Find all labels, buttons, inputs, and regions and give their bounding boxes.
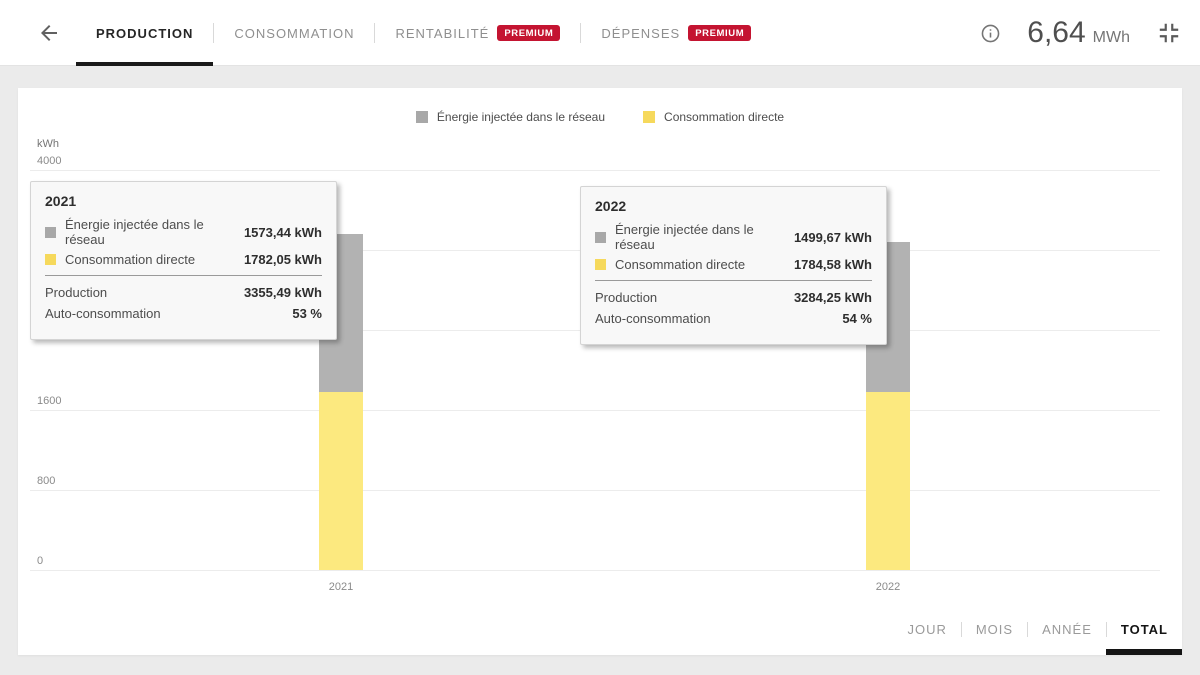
bar-segment-direct-consumption[interactable] [866,392,910,570]
tab-production[interactable]: PRODUCTION [76,0,213,66]
tooltip-row: Énergie injectée dans le réseau 1573,44 … [45,217,322,247]
tooltip-title: 2021 [45,193,322,209]
y-axis-unit-label: kWh [37,138,59,150]
tooltip-swatch-yellow [595,259,606,270]
range-total[interactable]: TOTAL [1121,622,1168,637]
tooltip-row-value: 3355,49 kWh [244,285,322,300]
tooltip-summary-row: Auto-consommation 53 % [45,306,322,321]
range-total-active-underline [1106,649,1182,655]
y-tick-label: 4000 [37,155,61,167]
range-separator [961,622,962,637]
time-range-controls: JOUR MOIS ANNÉE TOTAL [907,622,1168,637]
tooltip-swatch-gray [45,227,56,238]
legend-item-grid-feed[interactable]: Énergie injectée dans le réseau [416,110,605,124]
tooltip-row-label: Production [45,285,235,300]
tooltip-2022: 2022 Énergie injectée dans le réseau 149… [580,186,887,345]
chart-legend: Énergie injectée dans le réseau Consomma… [18,110,1182,124]
legend-label: Consommation directe [664,110,784,124]
tooltip-row-value: 1499,67 kWh [794,230,872,245]
range-separator [1027,622,1028,637]
tooltip-swatch-gray [595,232,606,243]
legend-swatch-gray [416,111,428,123]
tooltip-row-label: Auto-consommation [45,306,283,321]
y-tick-label: 1600 [37,395,61,407]
tooltip-row-label: Énergie injectée dans le réseau [615,222,785,252]
tab-label: DÉPENSES [601,26,680,41]
arrow-left-icon [37,21,61,45]
range-mois[interactable]: MOIS [976,622,1013,637]
tooltip-summary-row: Production 3355,49 kWh [45,285,322,300]
tooltip-row-label: Auto-consommation [595,311,833,326]
tooltip-row-label: Consommation directe [615,257,785,272]
tooltip-row-value: 54 % [842,311,872,326]
x-category-label: 2022 [858,581,918,593]
tooltip-row-value: 53 % [292,306,322,321]
tab-consommation[interactable]: CONSOMMATION [214,0,374,66]
collapse-button[interactable] [1156,20,1182,46]
tooltip-row-value: 1782,05 kWh [244,252,322,267]
tab-label: PRODUCTION [96,26,193,41]
range-separator [1106,622,1107,637]
info-icon [980,23,1001,44]
tooltip-row: Consommation directe 1782,05 kWh [45,252,322,267]
legend-swatch-yellow [643,111,655,123]
tooltip-divider [595,280,872,281]
legend-label: Énergie injectée dans le réseau [437,110,605,124]
tab-label: CONSOMMATION [234,26,354,41]
tab-bar: PRODUCTION CONSOMMATION RENTABILITÉ PREM… [76,0,771,66]
tooltip-title: 2022 [595,198,872,214]
tooltip-swatch-yellow [45,254,56,265]
tab-rentabilite[interactable]: RENTABILITÉ PREMIUM [375,0,580,66]
top-nav-bar: PRODUCTION CONSOMMATION RENTABILITÉ PREM… [0,0,1200,66]
gridline [30,170,1160,171]
tooltip-row: Consommation directe 1784,58 kWh [595,257,872,272]
collapse-corners-icon [1156,20,1182,46]
premium-badge: PREMIUM [688,25,751,41]
header-right: 6,64 MWh [980,0,1182,66]
gridline [30,490,1160,491]
tooltip-row-label: Production [595,290,785,305]
total-energy-unit: MWh [1093,29,1130,47]
tooltip-divider [45,275,322,276]
y-tick-label: 0 [37,555,43,567]
tab-depenses[interactable]: DÉPENSES PREMIUM [581,0,771,66]
tooltip-row-label: Consommation directe [65,252,235,267]
tooltip-row-label: Énergie injectée dans le réseau [65,217,235,247]
y-tick-label: 800 [37,475,55,487]
bar-segment-direct-consumption[interactable] [319,392,363,570]
back-button[interactable] [36,21,62,47]
tooltip-summary-row: Auto-consommation 54 % [595,311,872,326]
chart-card: Énergie injectée dans le réseau Consomma… [18,88,1182,655]
total-energy-reading: 6,64 MWh [1027,16,1130,50]
x-category-label: 2021 [311,581,371,593]
gridline [30,570,1160,571]
tooltip-summary-row: Production 3284,25 kWh [595,290,872,305]
info-button[interactable] [980,23,1001,44]
tooltip-row: Énergie injectée dans le réseau 1499,67 … [595,222,872,252]
range-jour[interactable]: JOUR [907,622,946,637]
tooltip-row-value: 1573,44 kWh [244,225,322,240]
range-annee[interactable]: ANNÉE [1042,622,1092,637]
tab-label: RENTABILITÉ [395,26,489,41]
tooltip-2021: 2021 Énergie injectée dans le réseau 157… [30,181,337,340]
tooltip-row-value: 3284,25 kWh [794,290,872,305]
total-energy-value: 6,64 [1027,16,1085,50]
gridline [30,410,1160,411]
tooltip-row-value: 1784,58 kWh [794,257,872,272]
legend-item-direct-consumption[interactable]: Consommation directe [643,110,784,124]
premium-badge: PREMIUM [497,25,560,41]
